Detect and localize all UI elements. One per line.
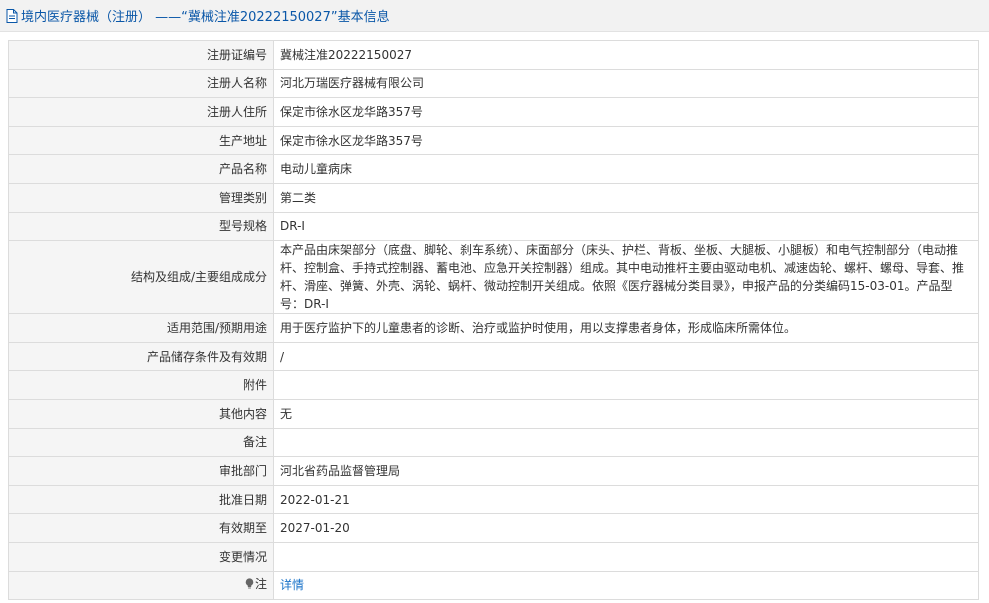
field-value: 河北万瑞医疗器械有限公司 bbox=[273, 68, 979, 99]
field-value: / bbox=[273, 341, 979, 372]
table-row: 其他内容 无 bbox=[8, 398, 979, 429]
field-value bbox=[273, 427, 979, 458]
field-label: 附件 bbox=[8, 370, 274, 400]
table-row: 产品储存条件及有效期 / bbox=[8, 341, 979, 372]
table-row: 有效期至 2027-01-20 bbox=[8, 513, 979, 543]
field-label: 其他内容 bbox=[8, 398, 274, 429]
field-value: 保定市徐水区龙华路357号 bbox=[273, 97, 979, 127]
table-row: 管理类别 第二类 bbox=[8, 182, 979, 213]
field-label: 注册人名称 bbox=[8, 68, 274, 99]
field-value: 2022-01-21 bbox=[273, 484, 979, 515]
page-title: 境内医疗器械（注册） ——“冀械注准20222150027”基本信息 bbox=[21, 10, 390, 25]
note-value: 详情 bbox=[273, 570, 979, 601]
field-label: 有效期至 bbox=[8, 513, 274, 543]
table-row: 生产地址 保定市徐水区龙华路357号 bbox=[8, 125, 979, 156]
field-value bbox=[273, 370, 979, 400]
field-label: 产品名称 bbox=[8, 154, 274, 184]
field-value: 2027-01-20 bbox=[273, 513, 979, 543]
field-label: 注册证编号 bbox=[8, 40, 274, 70]
lightbulb-icon bbox=[245, 577, 254, 595]
table-row: 备注 bbox=[8, 427, 979, 458]
field-value: DR-I bbox=[273, 211, 979, 242]
table-row: 产品名称 电动儿童病床 bbox=[8, 154, 979, 184]
table-row: 附件 bbox=[8, 370, 979, 400]
field-label: 审批部门 bbox=[8, 456, 274, 486]
table-row: 审批部门 河北省药品监督管理局 bbox=[8, 456, 979, 486]
field-label: 适用范围/预期用途 bbox=[8, 313, 274, 343]
table-row: 结构及组成/主要组成成分 本产品由床架部分（底盘、脚轮、刹车系统）、床面部分（床… bbox=[8, 240, 979, 315]
field-label: 管理类别 bbox=[8, 182, 274, 213]
table-row: 注册人名称 河北万瑞医疗器械有限公司 bbox=[8, 68, 979, 99]
note-label-cell: 注 bbox=[8, 570, 274, 601]
field-label: 结构及组成/主要组成成分 bbox=[8, 240, 274, 315]
document-icon bbox=[6, 8, 18, 23]
note-label: 注 bbox=[254, 577, 267, 592]
field-value: 冀械注准20222150027 bbox=[273, 40, 979, 70]
note-row: 注 详情 bbox=[8, 570, 979, 601]
field-value: 第二类 bbox=[273, 182, 979, 213]
table-row: 批准日期 2022-01-21 bbox=[8, 484, 979, 515]
table-row: 注册证编号 冀械注准20222150027 bbox=[8, 40, 979, 70]
field-label: 批准日期 bbox=[8, 484, 274, 515]
field-label: 变更情况 bbox=[8, 541, 274, 572]
field-label: 产品储存条件及有效期 bbox=[8, 341, 274, 372]
field-label: 备注 bbox=[8, 427, 274, 458]
table-row: 型号规格 DR-I bbox=[8, 211, 979, 242]
info-table: 注册证编号 冀械注准20222150027 注册人名称 河北万瑞医疗器械有限公司… bbox=[8, 40, 979, 601]
field-value: 保定市徐水区龙华路357号 bbox=[273, 125, 979, 156]
field-label: 型号规格 bbox=[8, 211, 274, 242]
details-link[interactable]: 详情 bbox=[280, 578, 304, 592]
field-label: 生产地址 bbox=[8, 125, 274, 156]
field-value: 电动儿童病床 bbox=[273, 154, 979, 184]
table-row: 注册人住所 保定市徐水区龙华路357号 bbox=[8, 97, 979, 127]
field-value: 用于医疗监护下的儿童患者的诊断、治疗或监护时使用，用以支撑患者身体，形成临床所需… bbox=[273, 313, 979, 343]
field-label: 注册人住所 bbox=[8, 97, 274, 127]
table-row: 适用范围/预期用途 用于医疗监护下的儿童患者的诊断、治疗或监护时使用，用以支撑患… bbox=[8, 313, 979, 343]
field-value: 河北省药品监督管理局 bbox=[273, 456, 979, 486]
page-header: 境内医疗器械（注册） ——“冀械注准20222150027”基本信息 bbox=[0, 0, 989, 32]
table-row: 变更情况 bbox=[8, 541, 979, 572]
field-value: 本产品由床架部分（底盘、脚轮、刹车系统）、床面部分（床头、护栏、背板、坐板、大腿… bbox=[273, 240, 979, 315]
field-value: 无 bbox=[273, 398, 979, 429]
field-value bbox=[273, 541, 979, 572]
